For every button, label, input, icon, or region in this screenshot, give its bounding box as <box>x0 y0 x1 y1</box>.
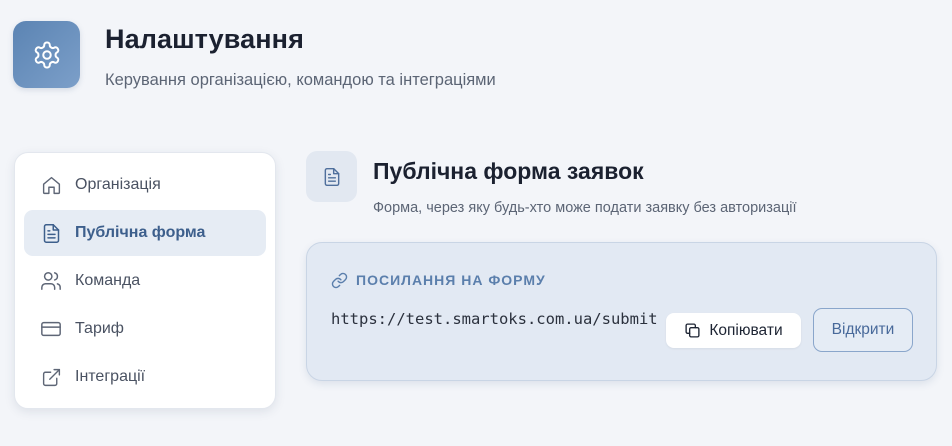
link-icon <box>331 271 349 289</box>
sidebar-item-public-form[interactable]: Публічна форма <box>24 210 266 256</box>
copy-button[interactable]: Копіювати <box>666 313 801 348</box>
gear-icon <box>13 21 80 88</box>
page-title: Налаштування <box>105 24 304 54</box>
document-icon <box>40 222 62 244</box>
page-subtitle: Керування організацією, командою та інте… <box>105 71 496 89</box>
credit-card-icon <box>40 318 62 340</box>
sidebar-item-label: Організація <box>75 176 161 193</box>
form-link-label-text: ПОСИЛАННЯ НА ФОРМУ <box>356 272 546 288</box>
sidebar-item-label: Інтеграції <box>75 368 146 385</box>
external-link-icon <box>40 366 62 388</box>
sidebar-item-organization[interactable]: Організація <box>24 162 266 208</box>
sidebar-item-label: Команда <box>75 272 141 289</box>
users-icon <box>40 270 62 292</box>
settings-page: Налаштування Керування організацією, ком… <box>0 0 952 446</box>
home-icon <box>40 174 62 196</box>
open-button-label: Відкрити <box>831 321 895 338</box>
form-link-card: ПОСИЛАННЯ НА ФОРМУ https://test.smartoks… <box>306 242 937 381</box>
sidebar-item-integrations[interactable]: Інтеграції <box>24 354 266 400</box>
copy-icon <box>684 322 702 340</box>
section-title: Публічна форма заявок <box>373 158 644 184</box>
sidebar-item-label: Публічна форма <box>75 224 206 241</box>
document-icon <box>306 151 357 202</box>
settings-sidebar: Організація Публічна форма Команда Тариф… <box>14 152 276 409</box>
copy-button-label: Копіювати <box>709 321 783 339</box>
section-subtitle: Форма, через яку будь-хто може подати за… <box>373 200 797 216</box>
sidebar-item-plan[interactable]: Тариф <box>24 306 266 352</box>
sidebar-item-team[interactable]: Команда <box>24 258 266 304</box>
form-url-text[interactable]: https://test.smartoks.com.ua/submit <box>331 306 661 333</box>
form-link-label: ПОСИЛАННЯ НА ФОРМУ <box>331 271 546 289</box>
sidebar-item-label: Тариф <box>75 320 124 337</box>
open-button[interactable]: Відкрити <box>813 308 913 352</box>
